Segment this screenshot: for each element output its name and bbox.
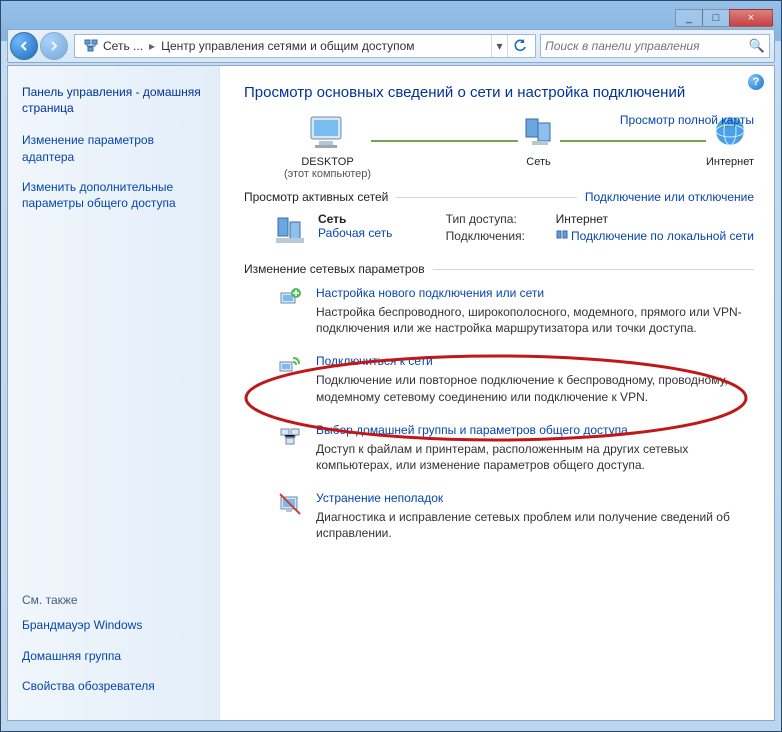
sidebar-link-adapter[interactable]: Изменение параметров адаптера [22, 132, 205, 164]
address-root: Сеть ... [103, 39, 143, 53]
sidebar-link-sharing[interactable]: Изменить дополнительные параметры общего… [22, 179, 205, 211]
task-homegroup-link[interactable]: Выбор домашней группы и параметров общег… [316, 423, 754, 437]
task-troubleshoot[interactable]: Устранение неполадок Диагностика и испра… [278, 491, 754, 541]
network-name: Сеть [318, 212, 392, 226]
active-networks-label: Просмотр активных сетей [244, 190, 388, 204]
node-desktop-label: DESKTOP [284, 156, 371, 168]
minimize-button[interactable]: _ [675, 9, 703, 27]
connect-icon [278, 355, 302, 379]
task-new-connection-link[interactable]: Настройка нового подключения или сети [316, 286, 754, 300]
navbar: Сеть ... ▸ Центр управления сетями и общ… [7, 29, 775, 63]
node-desktop: DESKTOP (этот компьютер) [284, 113, 371, 180]
close-button[interactable]: × [729, 9, 773, 27]
sidebar-home[interactable]: Панель управления - домашняя страница [22, 84, 205, 116]
task-troubleshoot-desc: Диагностика и исправление сетевых пробле… [316, 509, 754, 541]
active-networks-header: Просмотр активных сетей Подключение или … [244, 190, 754, 204]
task-new-connection[interactable]: Настройка нового подключения или сети На… [278, 286, 754, 336]
connect-disconnect-link[interactable]: Подключение или отключение [585, 190, 754, 204]
address-dropdown[interactable]: ▾ [491, 35, 507, 57]
connection-link[interactable]: Подключение по локальной сети [571, 229, 754, 243]
address-path: Центр управления сетями и общим доступом [161, 39, 415, 53]
forward-button[interactable] [40, 32, 68, 60]
network-path-icon [83, 38, 99, 54]
sidebar-also-firewall[interactable]: Брандмауэр Windows [22, 617, 205, 633]
task-connect-desc: Подключение или повторное подключение к … [316, 372, 754, 404]
sidebar-also-homegroup[interactable]: Домашняя группа [22, 648, 205, 664]
task-homegroup[interactable]: Выбор домашней группы и параметров общег… [278, 423, 754, 473]
page-title: Просмотр основных сведений о сети и наст… [244, 84, 754, 101]
back-button[interactable] [10, 32, 38, 60]
main-panel: Просмотр основных сведений о сети и наст… [220, 66, 774, 720]
sidebar-also-header: См. также [22, 593, 205, 607]
help-button[interactable]: ? [748, 74, 764, 90]
task-troubleshoot-link[interactable]: Устранение неполадок [316, 491, 754, 505]
work-network-icon [274, 212, 310, 248]
search-icon: 🔍 [749, 38, 765, 54]
settings-header: Изменение сетевых параметров [244, 262, 754, 276]
homegroup-icon [278, 424, 302, 448]
active-network-block: Сеть Рабочая сеть Тип доступа: Интернет … [244, 212, 754, 248]
path-separator: ▸ [149, 39, 155, 53]
task-connect-link[interactable]: Подключиться к сети [316, 354, 754, 368]
network-type-link[interactable]: Рабочая сеть [318, 226, 392, 240]
view-full-map-link[interactable]: Просмотр полной карты [620, 113, 754, 127]
settings-header-label: Изменение сетевых параметров [244, 262, 425, 276]
access-type-label: Тип доступа: [446, 212, 546, 226]
search-input[interactable] [545, 39, 749, 53]
connection-status-icon [556, 230, 568, 242]
maximize-button[interactable]: □ [702, 9, 730, 27]
connections-label: Подключения: [446, 229, 546, 243]
sidebar: Панель управления - домашняя страница Из… [8, 66, 220, 720]
node-internet-label: Интернет [706, 156, 754, 168]
troubleshoot-icon [278, 492, 302, 516]
content-area: ? Панель управления - домашняя страница … [7, 65, 775, 721]
network-map-overview: DESKTOP (этот компьютер) Сеть Интернет П… [244, 113, 754, 180]
new-connection-icon [278, 287, 302, 311]
task-connect[interactable]: Подключиться к сети Подключение или повт… [278, 354, 754, 404]
refresh-button[interactable] [507, 35, 531, 57]
search-box[interactable]: 🔍 [540, 34, 770, 58]
task-new-connection-desc: Настройка беспроводного, широкополосного… [316, 304, 754, 336]
window-frame: _ □ × Сеть ... ▸ Центр управления сетями… [0, 0, 782, 732]
titlebar: _ □ × [7, 7, 775, 29]
network-icon [518, 113, 560, 151]
sidebar-also-internet[interactable]: Свойства обозревателя [22, 678, 205, 694]
computer-icon [307, 113, 349, 151]
task-homegroup-desc: Доступ к файлам и принтерам, расположенн… [316, 441, 754, 473]
access-type-value: Интернет [556, 212, 608, 226]
node-network-label: Сеть [518, 156, 560, 168]
address-bar[interactable]: Сеть ... ▸ Центр управления сетями и общ… [74, 34, 536, 58]
node-desktop-sublabel: (этот компьютер) [284, 168, 371, 180]
node-network: Сеть [518, 113, 560, 168]
